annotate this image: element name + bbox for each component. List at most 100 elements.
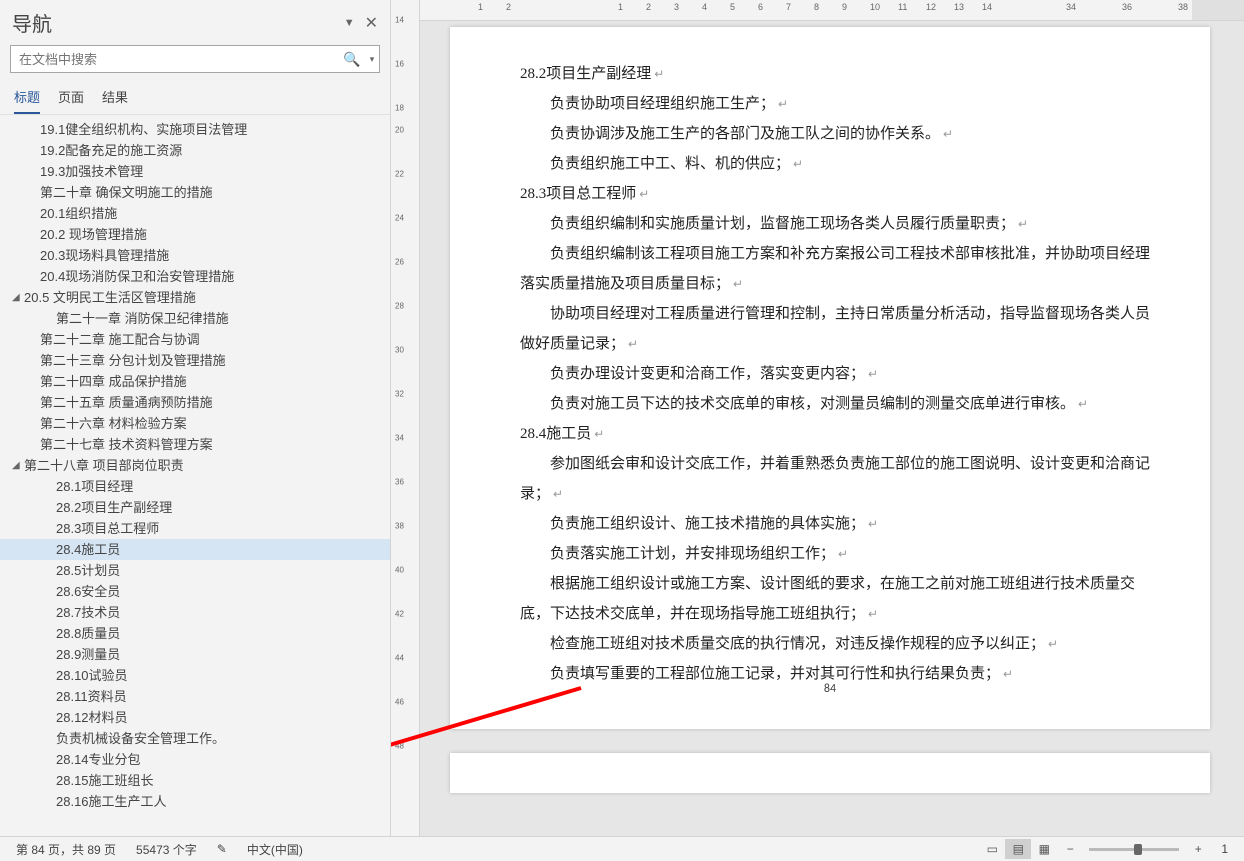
paragraph: 负责组织编制该工程项目施工方案和补充方案报公司工程技术部审核批准，并协助项目经理… [520,239,1150,299]
nav-item-label: 20.2 现场管理措施 [40,224,147,245]
ruler-tick-label: 38 [395,522,404,531]
collapse-toggle-icon[interactable]: ◢ [12,455,24,476]
search-icon[interactable]: 🔍 [341,51,365,68]
toggle-spacer [28,140,40,161]
nav-item[interactable]: 第二十五章 质量通病预防措施 [0,392,390,413]
ruler-tick-label: 42 [395,610,404,619]
document-page[interactable]: 28.2项目生产副经理 负责协助项目经理组织施工生产； 负责协调涉及施工生产的各… [450,27,1210,729]
nav-item[interactable]: 第二十二章 施工配合与协调 [0,329,390,350]
nav-item[interactable]: 19.1健全组织机构、实施项目法管理 [0,119,390,140]
nav-item-label: 20.4现场消防保卫和治安管理措施 [40,266,234,287]
nav-item-label: 第二十四章 成品保护措施 [40,371,187,392]
nav-item[interactable]: 28.6安全员 [0,581,390,602]
nav-item[interactable]: 第二十四章 成品保护措施 [0,371,390,392]
nav-item-label: 第二十三章 分包计划及管理措施 [40,350,226,371]
nav-item[interactable]: 20.4现场消防保卫和治安管理措施 [0,266,390,287]
ruler-tick-label: 46 [395,698,404,707]
nav-item[interactable]: 28.12材料员 [0,707,390,728]
status-spellcheck-icon[interactable]: ✎ [207,842,237,856]
toggle-spacer [44,749,56,770]
zoom-in-icon[interactable]: + [1185,839,1211,859]
status-bar: 第 84 页，共 89 页 55473 个字 ✎ 中文(中国) ▭ ▤ ▦ − … [0,836,1244,861]
navigation-close-icon[interactable]: ✕ [365,13,378,33]
navigation-options-caret[interactable]: ▼ [344,17,355,29]
document-scroll-region[interactable]: 121234567891011121314343638 28.2项目生产副经理 … [420,0,1244,836]
tab-results[interactable]: 结果 [102,81,128,114]
zoom-level[interactable]: 1 [1211,842,1238,856]
ruler-tick-label: 2 [646,2,651,12]
horizontal-ruler[interactable]: 121234567891011121314343638 [420,0,1244,21]
view-web-layout-icon[interactable]: ▦ [1031,839,1057,859]
ruler-tick-label: 14 [395,16,404,25]
nav-item-label: 28.11资料员 [56,686,127,707]
navigation-search-box[interactable]: 🔍 ▾ [10,45,380,73]
nav-item[interactable]: ◢第二十八章 项目部岗位职责 [0,455,390,476]
zoom-slider[interactable] [1089,848,1179,851]
toggle-spacer [28,413,40,434]
tab-headings[interactable]: 标题 [14,81,40,114]
nav-item[interactable]: 19.3加强技术管理 [0,161,390,182]
search-options-caret[interactable]: ▾ [365,54,379,65]
toggle-spacer [28,119,40,140]
nav-item[interactable]: 第二十六章 材料检验方案 [0,413,390,434]
nav-item[interactable]: 第二十章 确保文明施工的措施 [0,182,390,203]
nav-item[interactable]: 28.7技术员 [0,602,390,623]
ruler-tick-label: 16 [395,60,404,69]
navigation-tree[interactable]: 19.1健全组织机构、实施项目法管理 19.2配备充足的施工资源 19.3加强技… [0,115,390,836]
nav-item[interactable]: 28.9测量员 [0,644,390,665]
paragraph: 协助项目经理对工程质量进行管理和控制，主持日常质量分析活动，指导监督现场各类人员… [520,299,1150,359]
nav-item[interactable]: 28.11资料员 [0,686,390,707]
nav-item-label: 19.2配备充足的施工资源 [40,140,182,161]
paragraph: 负责协调涉及施工生产的各部门及施工队之间的协作关系。 [520,119,1150,149]
nav-item[interactable]: 第二十一章 消防保卫纪律措施 [0,308,390,329]
nav-item[interactable]: 28.1项目经理 [0,476,390,497]
view-read-mode-icon[interactable]: ▭ [979,839,1005,859]
nav-item[interactable]: 28.16施工生产工人 [0,791,390,812]
toggle-spacer [44,518,56,539]
nav-item[interactable]: 20.2 现场管理措施 [0,224,390,245]
view-print-layout-icon[interactable]: ▤ [1005,839,1031,859]
navigation-title: 导航 [12,8,344,37]
toggle-spacer [28,266,40,287]
status-page-info[interactable]: 第 84 页，共 89 页 [6,841,126,858]
toggle-spacer [44,770,56,791]
ruler-tick-label: 30 [395,346,404,355]
paragraph: 负责落实施工计划，并安排现场组织工作； [520,539,1150,569]
nav-item[interactable]: 28.5计划员 [0,560,390,581]
page-number-footer: 84 [450,677,1210,701]
tab-pages[interactable]: 页面 [58,81,84,114]
zoom-slider-thumb[interactable] [1134,844,1142,855]
nav-item[interactable]: 20.3现场料具管理措施 [0,245,390,266]
zoom-out-icon[interactable]: − [1057,839,1083,859]
nav-item[interactable]: 28.8质量员 [0,623,390,644]
status-word-count[interactable]: 55473 个字 [126,841,207,858]
nav-item-label: 20.3现场料具管理措施 [40,245,169,266]
toggle-spacer [44,539,56,560]
collapse-toggle-icon[interactable]: ◢ [12,287,24,308]
nav-item[interactable]: 28.4施工员 [0,539,390,560]
nav-item[interactable]: 28.3项目总工程师 [0,518,390,539]
nav-item-label: 28.12材料员 [56,707,128,728]
ruler-tick-label: 40 [395,566,404,575]
nav-item[interactable]: 20.1组织措施 [0,203,390,224]
vertical-ruler[interactable]: 141618202224262830323436384042444648 [391,0,420,836]
paragraph: 检查施工班组对技术质量交底的执行情况，对违反操作规程的应予以纠正； [520,629,1150,659]
nav-item[interactable]: 28.15施工班组长 [0,770,390,791]
nav-item-label: 19.3加强技术管理 [40,161,143,182]
search-input[interactable] [11,52,341,67]
nav-item[interactable]: 第二十三章 分包计划及管理措施 [0,350,390,371]
nav-item[interactable]: 19.2配备充足的施工资源 [0,140,390,161]
ruler-tick-label: 36 [1122,2,1132,12]
status-language[interactable]: 中文(中国) [237,841,313,858]
nav-item[interactable]: 第二十七章 技术资料管理方案 [0,434,390,455]
nav-item[interactable]: ◢20.5 文明民工生活区管理措施 [0,287,390,308]
nav-item[interactable]: 28.14专业分包 [0,749,390,770]
nav-item[interactable]: 28.2项目生产副经理 [0,497,390,518]
document-next-page[interactable] [450,753,1210,793]
nav-item-label: 第二十五章 质量通病预防措施 [40,392,213,413]
ruler-tick-label: 1 [478,2,483,12]
nav-item[interactable]: 28.10试验员 [0,665,390,686]
nav-item-label: 负责机械设备安全管理工作。 [56,728,225,749]
ruler-tick-label: 38 [1178,2,1188,12]
nav-item[interactable]: 负责机械设备安全管理工作。 [0,728,390,749]
